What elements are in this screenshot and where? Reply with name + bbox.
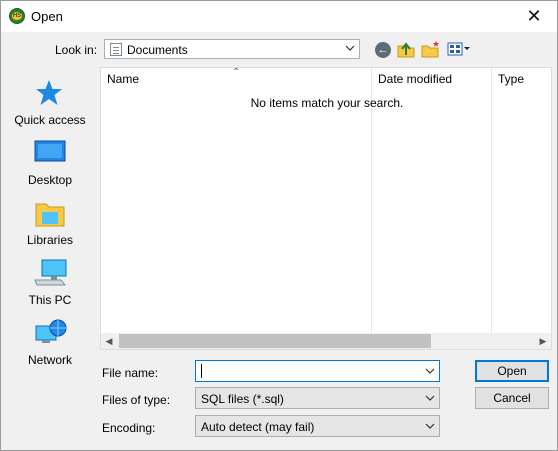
close-button[interactable]: ✕ (511, 1, 557, 32)
place-libraries[interactable]: Libraries (7, 198, 93, 254)
chevron-down-icon (425, 423, 435, 429)
scrollbar-thumb[interactable] (119, 334, 431, 348)
encoding-select[interactable]: Auto detect (may fail) (195, 415, 440, 437)
scroll-left-icon[interactable]: ◀ (101, 333, 117, 349)
encoding-value: Auto detect (may fail) (201, 420, 315, 434)
place-quick-access[interactable]: Quick access (7, 78, 93, 134)
cancel-button[interactable]: Cancel (475, 387, 549, 409)
text-caret (201, 364, 202, 378)
app-icon-text: HS (12, 12, 22, 20)
open-dialog: HS Open ✕ Look in: Documents ← Quick acc… (0, 0, 558, 451)
look-in-label: Look in: (55, 43, 98, 57)
encoding-label: Encoding: (102, 421, 156, 435)
file-type-value: SQL files (*.sql) (201, 392, 284, 406)
close-icon: ✕ (526, 6, 542, 26)
desktop-icon (34, 140, 66, 162)
files-of-type-label: Files of type: (102, 393, 171, 407)
empty-message: No items match your search. (250, 96, 404, 110)
place-label: This PC (28, 293, 72, 307)
column-type[interactable]: Type (498, 68, 552, 90)
look-in-dropdown[interactable]: Documents (104, 39, 360, 59)
new-folder-icon[interactable] (421, 40, 441, 58)
libraries-icon (35, 203, 65, 227)
file-type-select[interactable]: SQL files (*.sql) (195, 387, 440, 409)
place-this-pc[interactable]: This PC (7, 258, 93, 314)
places-bar: Quick access Desktop Libraries This PC N… (7, 68, 93, 398)
place-label: Network (27, 353, 72, 367)
horizontal-scrollbar[interactable]: ◀ ▶ (101, 333, 551, 349)
network-icon (35, 319, 67, 343)
open-button[interactable]: Open (475, 360, 549, 382)
look-in-value: Documents (127, 43, 188, 57)
column-date-modified[interactable]: Date modified (378, 68, 490, 90)
chevron-down-icon (425, 395, 435, 401)
view-menu-icon[interactable] (447, 41, 471, 57)
hs-app-icon: HS (9, 8, 25, 24)
place-label: Quick access (14, 113, 86, 127)
up-folder-icon[interactable] (397, 40, 415, 58)
back-icon[interactable]: ← (375, 42, 391, 58)
column-name[interactable]: Name (107, 68, 369, 90)
place-network[interactable]: Network (7, 318, 93, 374)
file-name-input[interactable] (195, 360, 440, 382)
place-label: Libraries (26, 233, 74, 247)
documents-folder-icon (110, 43, 122, 56)
file-list[interactable]: ⌃ Name Date modified Type No items match… (100, 67, 552, 350)
chevron-down-icon[interactable] (425, 366, 435, 376)
file-name-label: File name: (102, 366, 159, 380)
place-desktop[interactable]: Desktop (7, 138, 93, 194)
place-label: Desktop (27, 173, 73, 187)
scroll-right-icon[interactable]: ▶ (535, 333, 551, 349)
window-title: Open (31, 9, 63, 24)
chevron-down-icon (345, 45, 355, 51)
computer-icon (34, 259, 67, 286)
title-bar: HS Open ✕ (1, 1, 557, 32)
star-icon (36, 80, 62, 105)
